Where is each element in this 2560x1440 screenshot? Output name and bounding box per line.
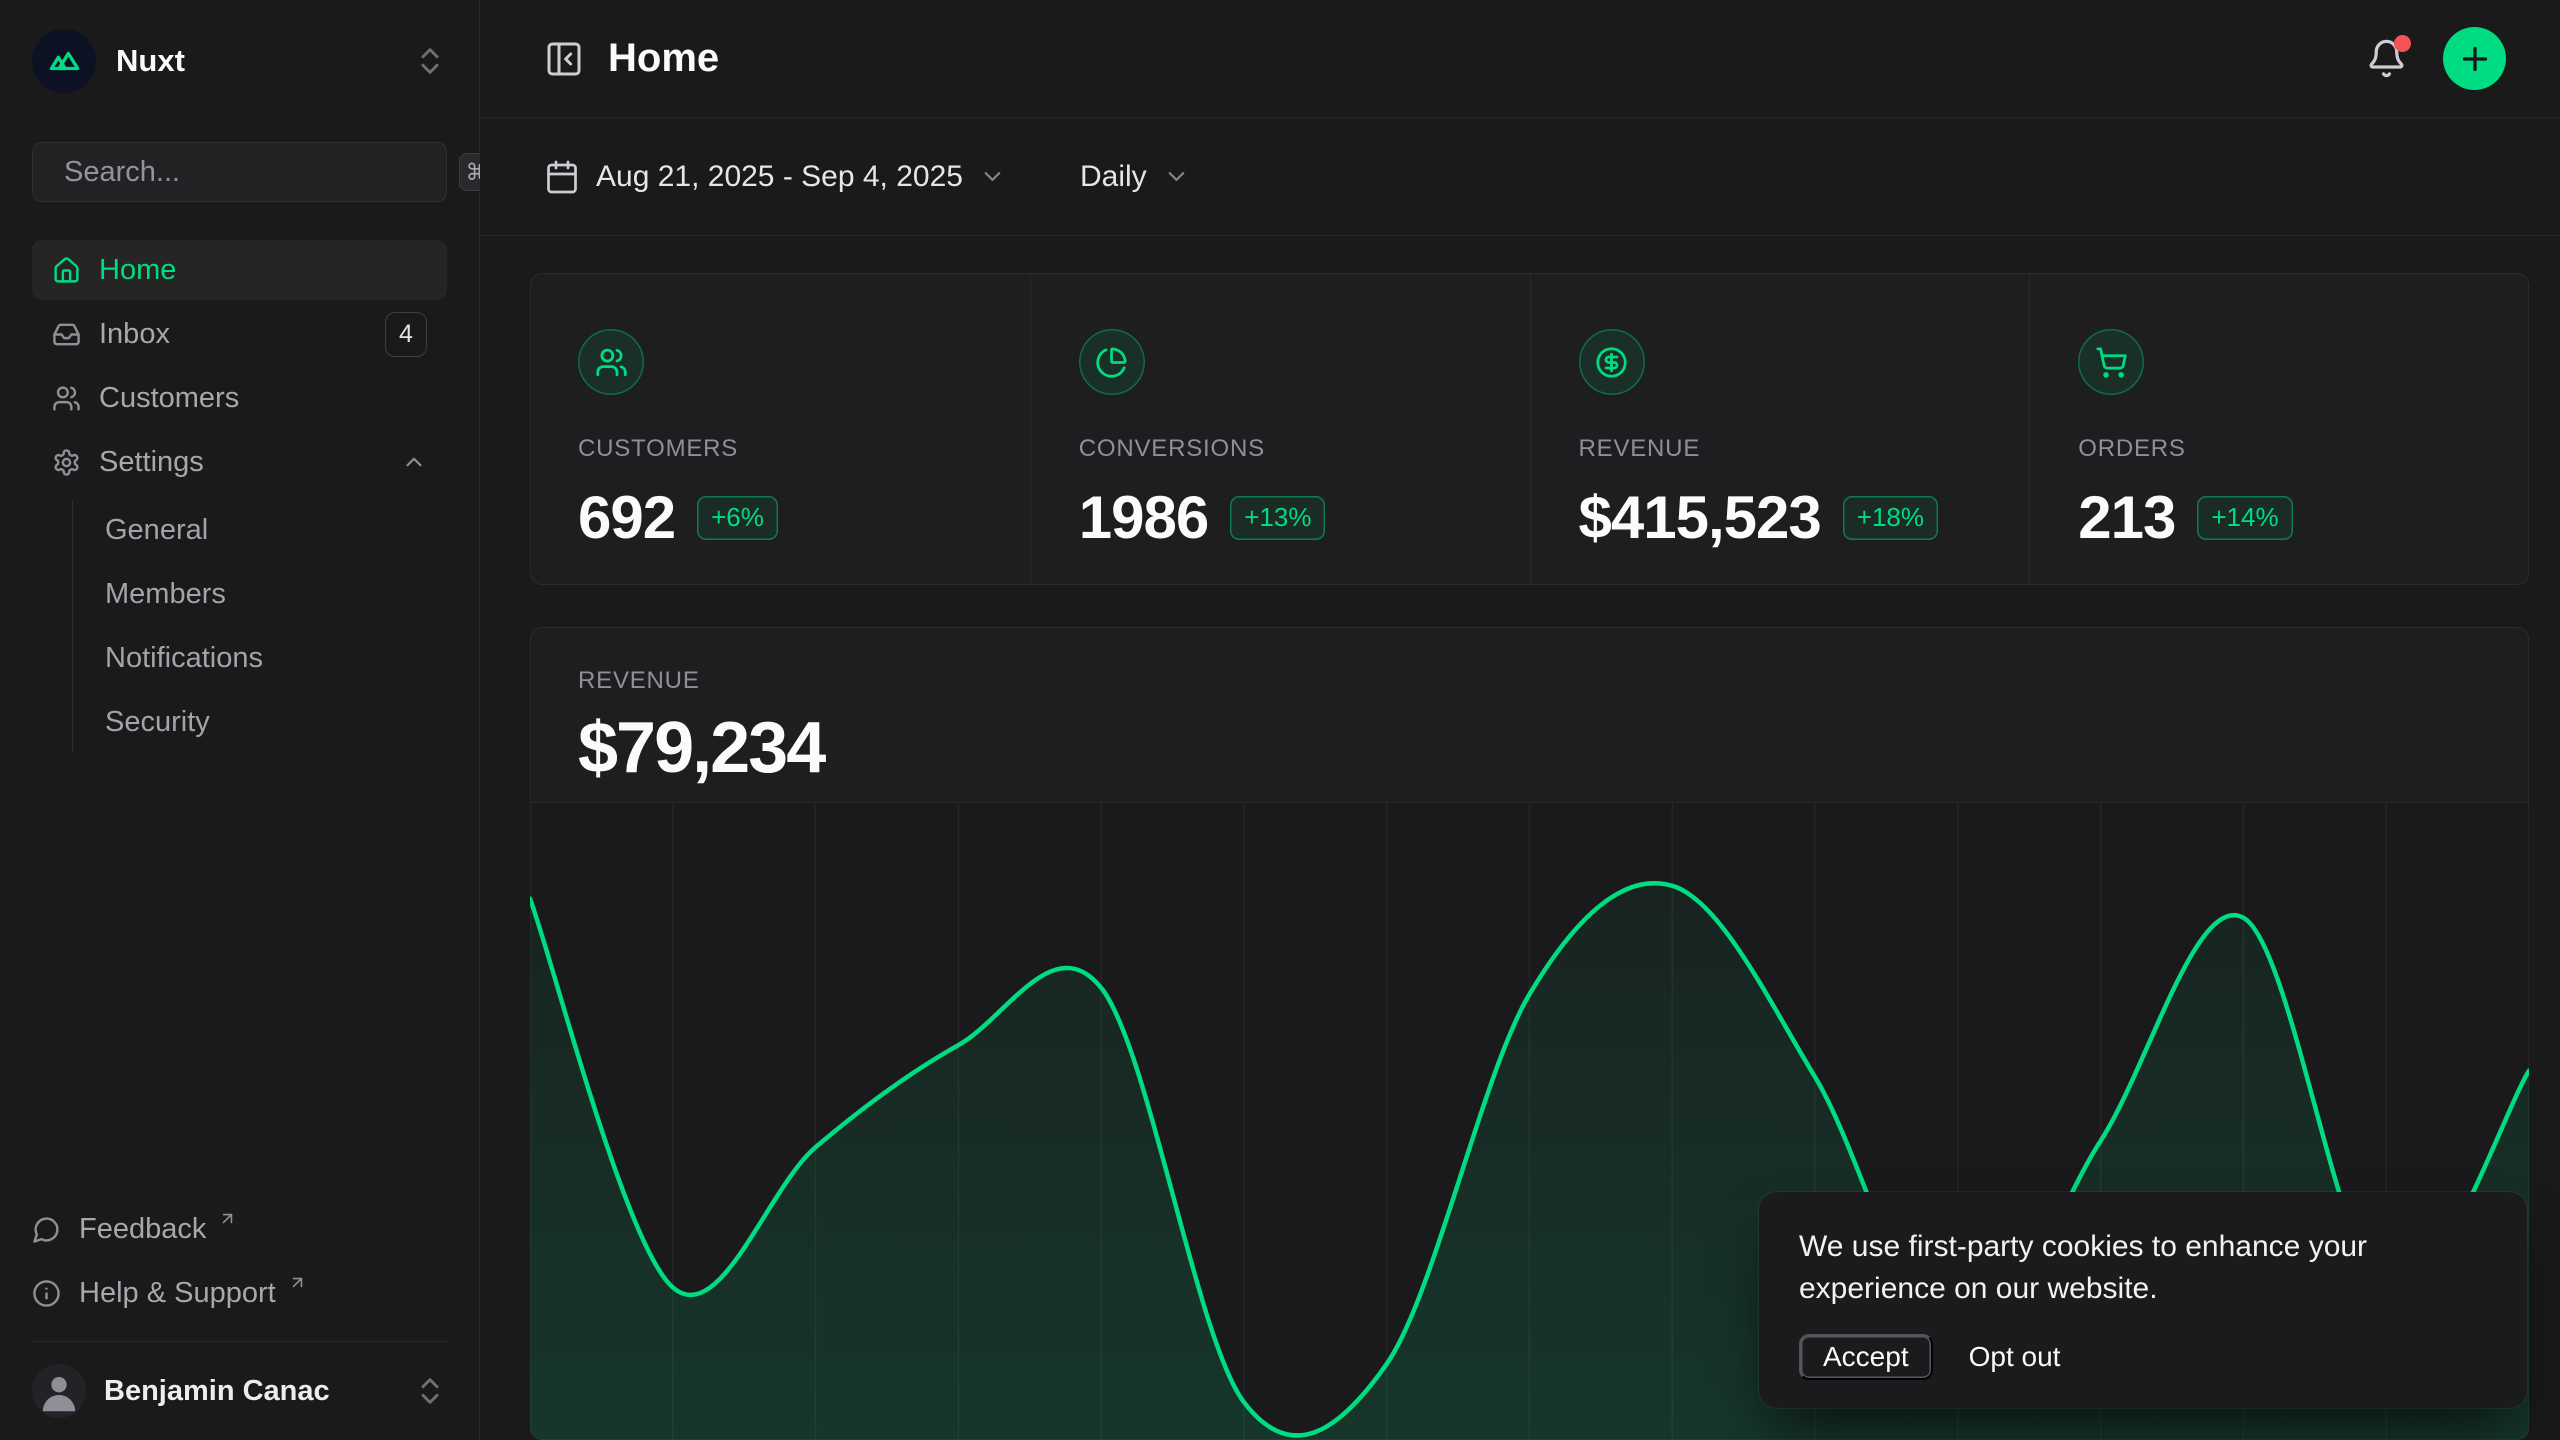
stat-label: REVENUE <box>1579 435 1982 463</box>
avatar <box>32 1364 86 1418</box>
sidebar-item-customers[interactable]: Customers <box>32 368 447 428</box>
revenue-panel-value: $79,234 <box>578 707 2481 789</box>
sidebar-item-general[interactable]: General <box>103 500 447 560</box>
chevron-down-icon <box>979 163 1006 190</box>
sidebar-item-label: Settings <box>99 446 204 479</box>
sidebar-item-members[interactable]: Members <box>103 564 447 624</box>
granularity-select[interactable]: Daily <box>1080 160 1190 194</box>
page-title: Home <box>608 36 719 81</box>
accept-button[interactable]: Accept <box>1799 1334 1933 1380</box>
inbox-icon <box>52 320 81 349</box>
info-circle-icon <box>32 1279 61 1308</box>
stat-revenue: REVENUE $415,523 +18% <box>1530 273 2030 585</box>
calendar-icon <box>544 159 580 195</box>
external-link-icon <box>218 1209 237 1228</box>
stat-delta-badge: +6% <box>697 496 778 540</box>
notification-dot <box>2394 35 2411 52</box>
home-icon <box>52 256 81 285</box>
notifications-button[interactable] <box>2366 38 2407 79</box>
users-icon <box>52 384 81 413</box>
sidebar-subitem-label: Notifications <box>105 642 263 675</box>
users-icon <box>595 346 628 379</box>
chevron-down-icon <box>1163 163 1190 190</box>
chevrons-up-down-icon <box>413 44 447 78</box>
date-range-value: Aug 21, 2025 - Sep 4, 2025 <box>596 160 963 194</box>
sidebar-subitem-label: General <box>105 514 208 547</box>
user-name: Benjamin Canac <box>104 1375 330 1408</box>
sidebar-item-label: Inbox <box>99 318 170 351</box>
workspace-name: Nuxt <box>116 43 185 79</box>
help-support-label: Help & Support <box>79 1277 276 1310</box>
pie-chart-icon <box>1095 346 1128 379</box>
page-header: Home <box>480 0 2560 118</box>
opt-out-button[interactable]: Opt out <box>1969 1341 2061 1373</box>
stat-conversions: CONVERSIONS 1986 +13% <box>1030 273 1530 585</box>
chat-bubble-icon <box>32 1215 61 1244</box>
cookie-message: We use first-party cookies to enhance yo… <box>1799 1226 2399 1310</box>
stats-card: CUSTOMERS 692 +6% CONVERSIONS 1986 +13% <box>530 273 2529 585</box>
feedback-link[interactable]: Feedback <box>32 1201 447 1257</box>
chevrons-up-down-icon <box>413 1374 447 1408</box>
sidebar-item-label: Customers <box>99 382 239 415</box>
sidebar-divider <box>32 1341 447 1342</box>
workspace-switcher[interactable]: Nuxt <box>32 28 447 94</box>
stat-orders: ORDERS 213 +14% <box>2029 273 2529 585</box>
sidebar: Nuxt ⌘ K Home Inbox 4 <box>0 0 480 1440</box>
inbox-count-badge: 4 <box>385 312 427 357</box>
stat-customers: CUSTOMERS 692 +6% <box>530 273 1030 585</box>
stat-label: ORDERS <box>2078 435 2481 463</box>
sidebar-item-home[interactable]: Home <box>32 240 447 300</box>
revenue-panel-label: REVENUE <box>578 667 2481 695</box>
panel-left-close-icon <box>544 39 584 79</box>
stat-label: CONVERSIONS <box>1079 435 1482 463</box>
stat-value: $415,523 <box>1579 483 1821 552</box>
sidebar-item-inbox[interactable]: Inbox 4 <box>32 304 447 364</box>
stat-label: CUSTOMERS <box>578 435 982 463</box>
sidebar-footer-links: Feedback Help & Support <box>32 1201 447 1321</box>
sidebar-item-notifications[interactable]: Notifications <box>103 628 447 688</box>
chevron-up-icon <box>401 449 427 475</box>
add-button[interactable] <box>2443 27 2506 90</box>
plus-icon <box>2457 41 2493 77</box>
granularity-value: Daily <box>1080 160 1147 194</box>
sidebar-item-settings[interactable]: Settings <box>32 432 447 492</box>
sidebar-collapse-button[interactable] <box>544 39 584 79</box>
dollar-circle-icon <box>1595 346 1628 379</box>
stat-value: 692 <box>578 483 675 552</box>
feedback-label: Feedback <box>79 1213 206 1246</box>
stat-delta-badge: +13% <box>1230 496 1325 540</box>
stat-value: 213 <box>2078 483 2175 552</box>
date-range-picker[interactable]: Aug 21, 2025 - Sep 4, 2025 <box>544 159 1006 195</box>
stat-delta-badge: +14% <box>2197 496 2292 540</box>
external-link-icon <box>288 1273 307 1292</box>
gear-icon <box>52 448 81 477</box>
sidebar-item-security[interactable]: Security <box>103 692 447 752</box>
sidebar-subitem-label: Members <box>105 578 226 611</box>
cookie-banner: We use first-party cookies to enhance yo… <box>1759 1192 2527 1408</box>
filter-toolbar: Aug 21, 2025 - Sep 4, 2025 Daily <box>480 118 2560 236</box>
sidebar-item-label: Home <box>99 254 176 287</box>
sidebar-subitem-label: Security <box>105 706 210 739</box>
nuxt-logo-icon <box>32 29 96 93</box>
sidebar-nav: Home Inbox 4 Customers Settings <box>32 240 447 752</box>
settings-subnav: General Members Notifications Security <box>72 500 447 752</box>
user-menu[interactable]: Benjamin Canac <box>32 1356 447 1426</box>
help-support-link[interactable]: Help & Support <box>32 1265 447 1321</box>
search-box[interactable]: ⌘ K <box>32 142 447 202</box>
stat-delta-badge: +18% <box>1843 496 1938 540</box>
search-input[interactable] <box>64 156 441 189</box>
stat-value: 1986 <box>1079 483 1208 552</box>
cart-icon <box>2095 346 2128 379</box>
